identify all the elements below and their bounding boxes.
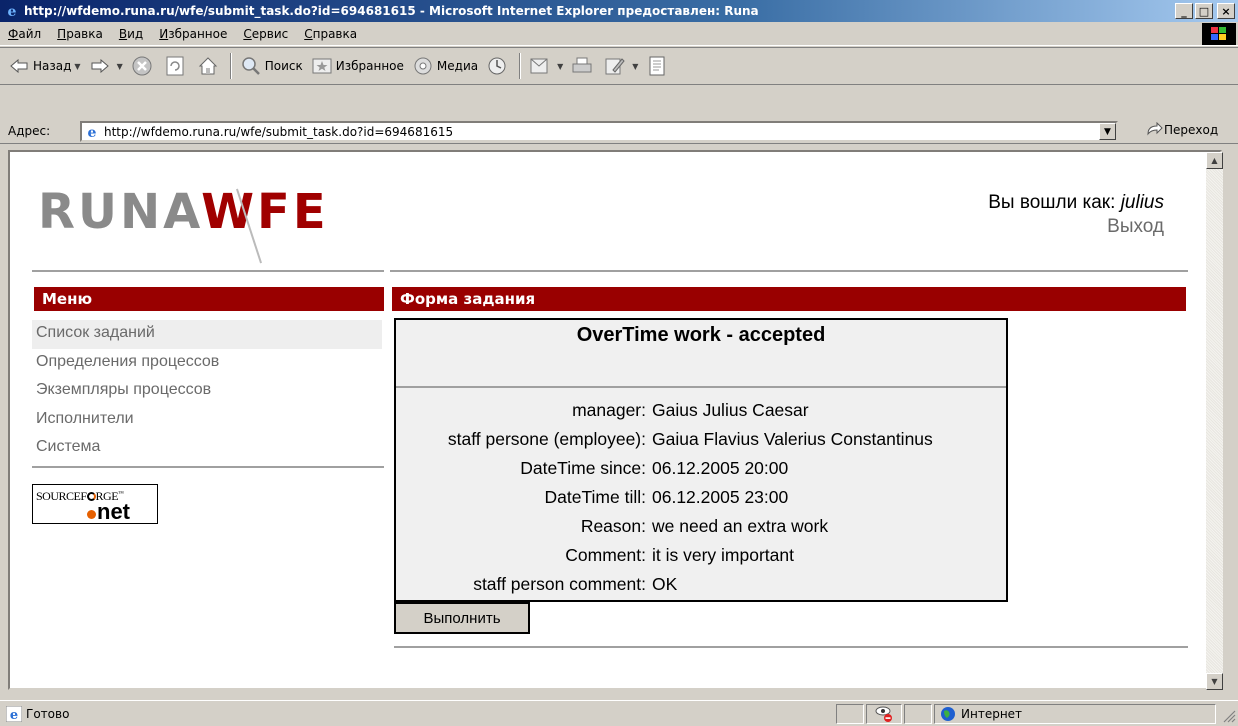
history-button[interactable] [482,51,515,81]
minimize-button[interactable]: _ [1175,3,1193,19]
runawfe-logo: RUNAWFE [38,184,329,264]
menu-tools[interactable]: Сервис [235,27,296,41]
stop-button[interactable] [127,51,160,81]
form-title: OverTime work - accepted [576,324,826,346]
search-button[interactable]: Поиск [236,51,307,81]
login-user: julius [1120,192,1164,213]
status-text-panel: e Готово [2,704,834,724]
title-bar: e http://wfdemo.runa.ru/wfe/submit_task.… [0,0,1238,22]
history-clock-icon [486,55,508,77]
sourceforge-logo[interactable]: SOURCEF RGE™ net [32,484,158,524]
page-content: RUNAWFE Вы вошли как: julius Выход Меню … [8,150,1222,690]
page-ie-icon: e [84,123,100,140]
address-input[interactable]: e http://wfdemo.runa.ru/wfe/submit_task.… [80,121,1118,142]
field-row: manager: Gaius Julius Caesar [572,400,809,420]
forward-arrow-icon [89,55,111,77]
menu-edit[interactable]: Правка [49,27,111,41]
privacy-eye-icon [875,706,892,722]
menu-favorites[interactable]: Избранное [151,27,235,41]
toolbar-separator [519,53,522,79]
window-title: http://wfdemo.runa.ru/wfe/submit_task.do… [24,4,759,18]
svg-text:e: e [88,125,97,140]
menu-view[interactable]: Вид [111,27,151,41]
sidebar-item-process-definitions[interactable]: Определения процессов [32,349,382,378]
sidebar-item-tasks[interactable]: Список заданий [32,320,382,349]
sidebar-menu: Список заданий Определения процессов Экз… [32,320,382,463]
menu-file[interactable]: Файл [0,27,49,41]
favorites-button[interactable]: Избранное [307,51,408,81]
back-arrow-icon [8,55,30,77]
home-button[interactable] [193,51,226,81]
login-prefix: Вы вошли как: [988,192,1116,213]
document-icon [646,55,668,77]
sidebar-item-executors[interactable]: Исполнители [32,406,382,435]
logout-link[interactable]: Выход [988,216,1164,238]
sidebar-item-system[interactable]: Система [32,434,382,463]
ie-icon: e [8,4,17,19]
menu-bar: Файл Правка Вид Избранное Сервис Справка [0,22,1238,46]
divider-right [390,270,1188,272]
home-icon [197,55,219,77]
field-row: staff person comment: OK [473,574,678,594]
edit-pencil-icon [604,55,626,77]
menu-header: Меню [34,287,384,311]
refresh-button[interactable] [160,51,193,81]
refresh-icon [164,55,186,77]
field-row: DateTime till: 06.12.2005 23:00 [544,487,789,507]
address-url: http://wfdemo.runa.ru/wfe/submit_task.do… [104,124,454,139]
scroll-down-button[interactable]: ▼ [1206,673,1223,690]
address-label: Адрес: [8,123,51,138]
stop-icon [131,55,153,77]
form-bottom-divider [394,646,1188,648]
sidebar-item-process-instances[interactable]: Экземпляры процессов [32,377,382,406]
windows-logo-icon [1202,23,1236,45]
close-button[interactable]: × [1217,3,1235,19]
vertical-scrollbar[interactable]: ▲ ▼ [1206,152,1223,690]
forward-button[interactable]: ▼ [85,51,127,81]
field-row: Reason: we need an extra work [580,516,829,536]
print-button[interactable] [567,51,600,81]
discuss-button[interactable] [642,51,675,81]
mail-button[interactable]: ▼ [525,51,567,81]
favorites-star-icon [311,55,333,77]
svg-text:e: e [10,708,18,722]
printer-icon [571,55,593,77]
toolbar-separator [229,53,232,79]
resize-grip-icon[interactable] [1222,709,1236,723]
form-divider [396,386,1006,388]
toolbar: Назад ▼ ▼ Поиск Избранное Медиа ▼ ▼ [0,47,1238,85]
form-header: Форма задания [392,287,1186,311]
address-bar: Адрес: e http://wfdemo.runa.ru/wfe/submi… [0,118,1238,144]
go-button[interactable]: Переход [1146,122,1218,138]
field-row: staff persone (employee): Gaiua Flavius V… [447,429,933,449]
divider-left [32,270,384,272]
edit-button[interactable]: ▼ [600,51,642,81]
media-button[interactable]: Медиа [408,51,482,81]
svg-text:e: e [8,4,17,19]
address-dropdown-button[interactable]: ▼ [1099,123,1116,140]
media-icon [412,55,434,77]
status-panel [836,704,864,724]
submit-button[interactable]: Выполнить [394,602,530,634]
task-form: OverTime work - accepted manager: Gaius J… [394,318,1008,602]
scroll-up-button[interactable]: ▲ [1206,152,1223,169]
zone-panel: Интернет [934,704,1216,724]
mail-icon [529,55,551,77]
field-row: Comment: it is very important [565,545,794,565]
user-info: Вы вошли как: julius Выход [988,192,1164,238]
back-button[interactable]: Назад ▼ [4,51,85,81]
privacy-panel[interactable] [866,704,902,724]
status-bar: e Готово Интернет [0,700,1238,726]
page-done-icon: e [6,706,22,722]
search-icon [240,55,262,77]
field-row: DateTime since: 06.12.2005 20:00 [520,458,789,478]
sidebar-divider [32,466,384,468]
menu-help[interactable]: Справка [296,27,365,41]
status-panel [904,704,932,724]
go-arrow-icon [1147,122,1163,136]
sourceforge-dot-icon [87,510,96,519]
maximize-button[interactable]: □ [1195,3,1213,19]
internet-globe-icon [941,707,955,721]
browser-window: e http://wfdemo.runa.ru/wfe/submit_task.… [0,0,1238,726]
